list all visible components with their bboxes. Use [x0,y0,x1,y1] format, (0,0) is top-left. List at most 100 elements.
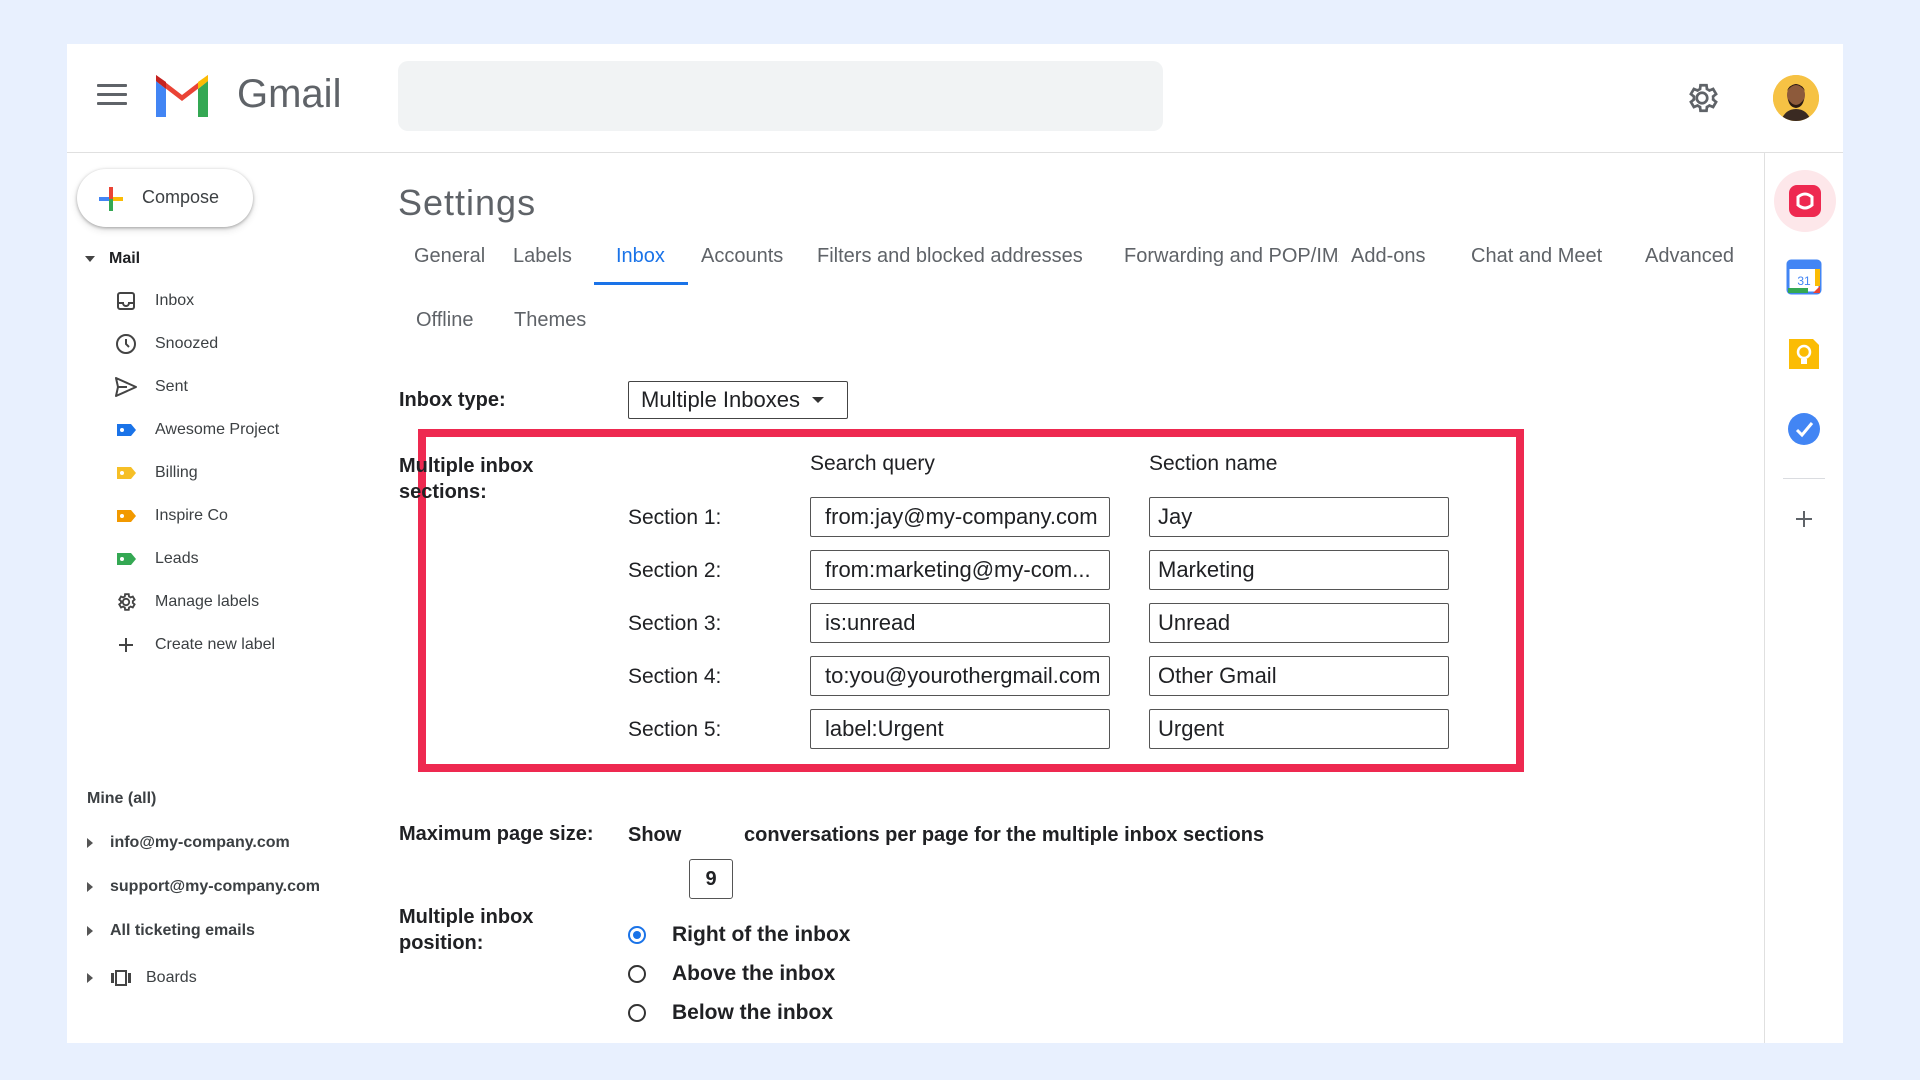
radio-label: Right of the inbox [672,923,851,946]
sidebar-item-manage-labels[interactable]: Manage labels [114,587,259,617]
radio-label: Above the inbox [672,962,836,985]
page-size-input[interactable]: 9 [689,859,733,899]
tab-offline[interactable]: Offline [416,309,473,332]
svg-text:31: 31 [1797,274,1811,288]
tab-general[interactable]: General [414,245,485,268]
position-label-line1: Multiple inbox [399,906,534,928]
mail-section-label: Mail [109,250,141,267]
tab-inbox[interactable]: Inbox [616,245,665,268]
inbox-type-label: Inbox type: [399,389,506,411]
section-3-query-input[interactable]: is:unread [810,603,1110,643]
section-1-query-input[interactable]: from:jay@my-company.com [810,497,1110,537]
tab-forwarding[interactable]: Forwarding and POP/IMAP [1124,245,1339,268]
addon-highlight[interactable] [1774,170,1836,232]
boards-icon [111,970,131,986]
sidebar-item-label: Sent [155,378,188,395]
addon-hiver-icon [1789,185,1821,217]
add-addon-icon[interactable] [1785,500,1823,538]
section-4-name-input[interactable]: Other Gmail [1149,656,1449,696]
send-icon [114,375,138,399]
compose-button[interactable]: Compose [77,169,253,227]
sidebar-item-billing[interactable]: Billing [114,458,198,488]
account-label: support@my-company.com [110,878,320,895]
sidebar-item-label: Leads [155,550,199,567]
section-5-label: Section 5: [628,718,722,741]
radio-unchecked-icon[interactable] [628,1004,646,1022]
sidebar-item-inbox[interactable]: Inbox [114,286,194,316]
label-icon [114,418,138,442]
position-above-option[interactable]: Above the inbox [628,962,835,986]
tab-advanced[interactable]: Advanced [1645,245,1734,268]
gear-icon [114,590,138,614]
sidebar-item-inspire-co[interactable]: Inspire Co [114,501,228,531]
section-4-query-input[interactable]: to:you@yourothergmail.com [810,656,1110,696]
tab-filters[interactable]: Filters and blocked addresses [817,245,1083,268]
tasks-icon[interactable] [1785,410,1823,448]
caret-down-icon [85,255,95,262]
main-menu-icon[interactable] [97,84,127,108]
user-avatar[interactable] [1773,75,1819,121]
section-2-name-input[interactable]: Marketing [1149,550,1449,590]
section-1-name-input[interactable]: Jay [1149,497,1449,537]
sidebar-item-create-label[interactable]: Create new label [114,630,275,660]
sidebar-item-label: Billing [155,464,198,481]
section-3-name-input[interactable]: Unread [1149,603,1449,643]
page-title: Settings [398,182,537,223]
compose-label: Compose [142,187,220,207]
inbox-type-select[interactable]: Multiple Inboxes [628,381,848,419]
account-all-ticketing[interactable]: All ticketing emails [87,922,255,940]
dropdown-arrow-icon [811,397,824,403]
account-info[interactable]: info@my-company.com [87,834,290,852]
sidebar-item-sent[interactable]: Sent [114,372,188,402]
gear-icon[interactable] [1684,80,1720,116]
active-tab-indicator [594,282,688,285]
radio-unchecked-icon[interactable] [628,965,646,983]
account-label: All ticketing emails [110,922,255,939]
keep-icon[interactable] [1785,335,1823,373]
sidebar: Compose Mail Inbox Snoozed Sent Awesome … [67,152,367,1043]
compose-plus-icon [99,187,123,211]
radio-label: Below the inbox [672,1001,834,1024]
sidebar-item-label: Snoozed [155,335,219,352]
sidebar-item-boards[interactable]: Boards [87,969,197,987]
plus-icon [114,633,138,657]
caret-right-icon [87,882,93,892]
label-icon [114,461,138,485]
inbox-icon [114,289,138,313]
section-3-label: Section 3: [628,612,722,635]
calendar-icon[interactable]: 31 [1785,258,1823,296]
section-2-label: Section 2: [628,559,722,582]
radio-checked-icon[interactable] [628,926,646,944]
app-name: Gmail [237,72,342,116]
section-5-query-input[interactable]: label:Urgent [810,709,1110,749]
section-1-label: Section 1: [628,506,722,529]
tab-chat-meet[interactable]: Chat and Meet [1471,245,1602,268]
section-2-query-input[interactable]: from:marketing@my-com... [810,550,1110,590]
tab-addons[interactable]: Add-ons [1351,245,1426,268]
gmail-logo-icon[interactable] [152,71,212,117]
sections-label-line2: sections: [399,481,487,503]
tab-accounts[interactable]: Accounts [701,245,783,268]
inbox-type-value: Multiple Inboxes [641,387,800,412]
tab-labels[interactable]: Labels [513,245,572,268]
account-support[interactable]: support@my-company.com [87,878,320,896]
tab-themes[interactable]: Themes [514,309,586,332]
mine-all-header[interactable]: Mine (all) [87,790,156,808]
gmail-window: Gmail Compose Mail Inbox Snoozed Sent Aw… [67,44,1843,1043]
sidebar-item-awesome-project[interactable]: Awesome Project [114,415,279,445]
section-5-name-input[interactable]: Urgent [1149,709,1449,749]
page-size-show-text: Show [628,824,682,846]
sidebar-item-leads[interactable]: Leads [114,544,199,574]
sidebar-item-label: Inbox [155,292,195,309]
avatar-person-icon [1773,75,1819,121]
caret-right-icon [87,973,93,983]
sidebar-item-snoozed[interactable]: Snoozed [114,329,218,359]
search-query-header: Search query [810,452,935,475]
label-icon [114,547,138,571]
mail-section-header[interactable]: Mail [85,250,140,268]
search-bar[interactable] [398,61,1163,131]
position-below-option[interactable]: Below the inbox [628,1001,833,1025]
settings-panel: Settings General Labels Inbox Accounts F… [367,152,1764,1043]
position-right-option[interactable]: Right of the inbox [628,923,850,947]
right-side-panel: 31 [1764,152,1843,1043]
